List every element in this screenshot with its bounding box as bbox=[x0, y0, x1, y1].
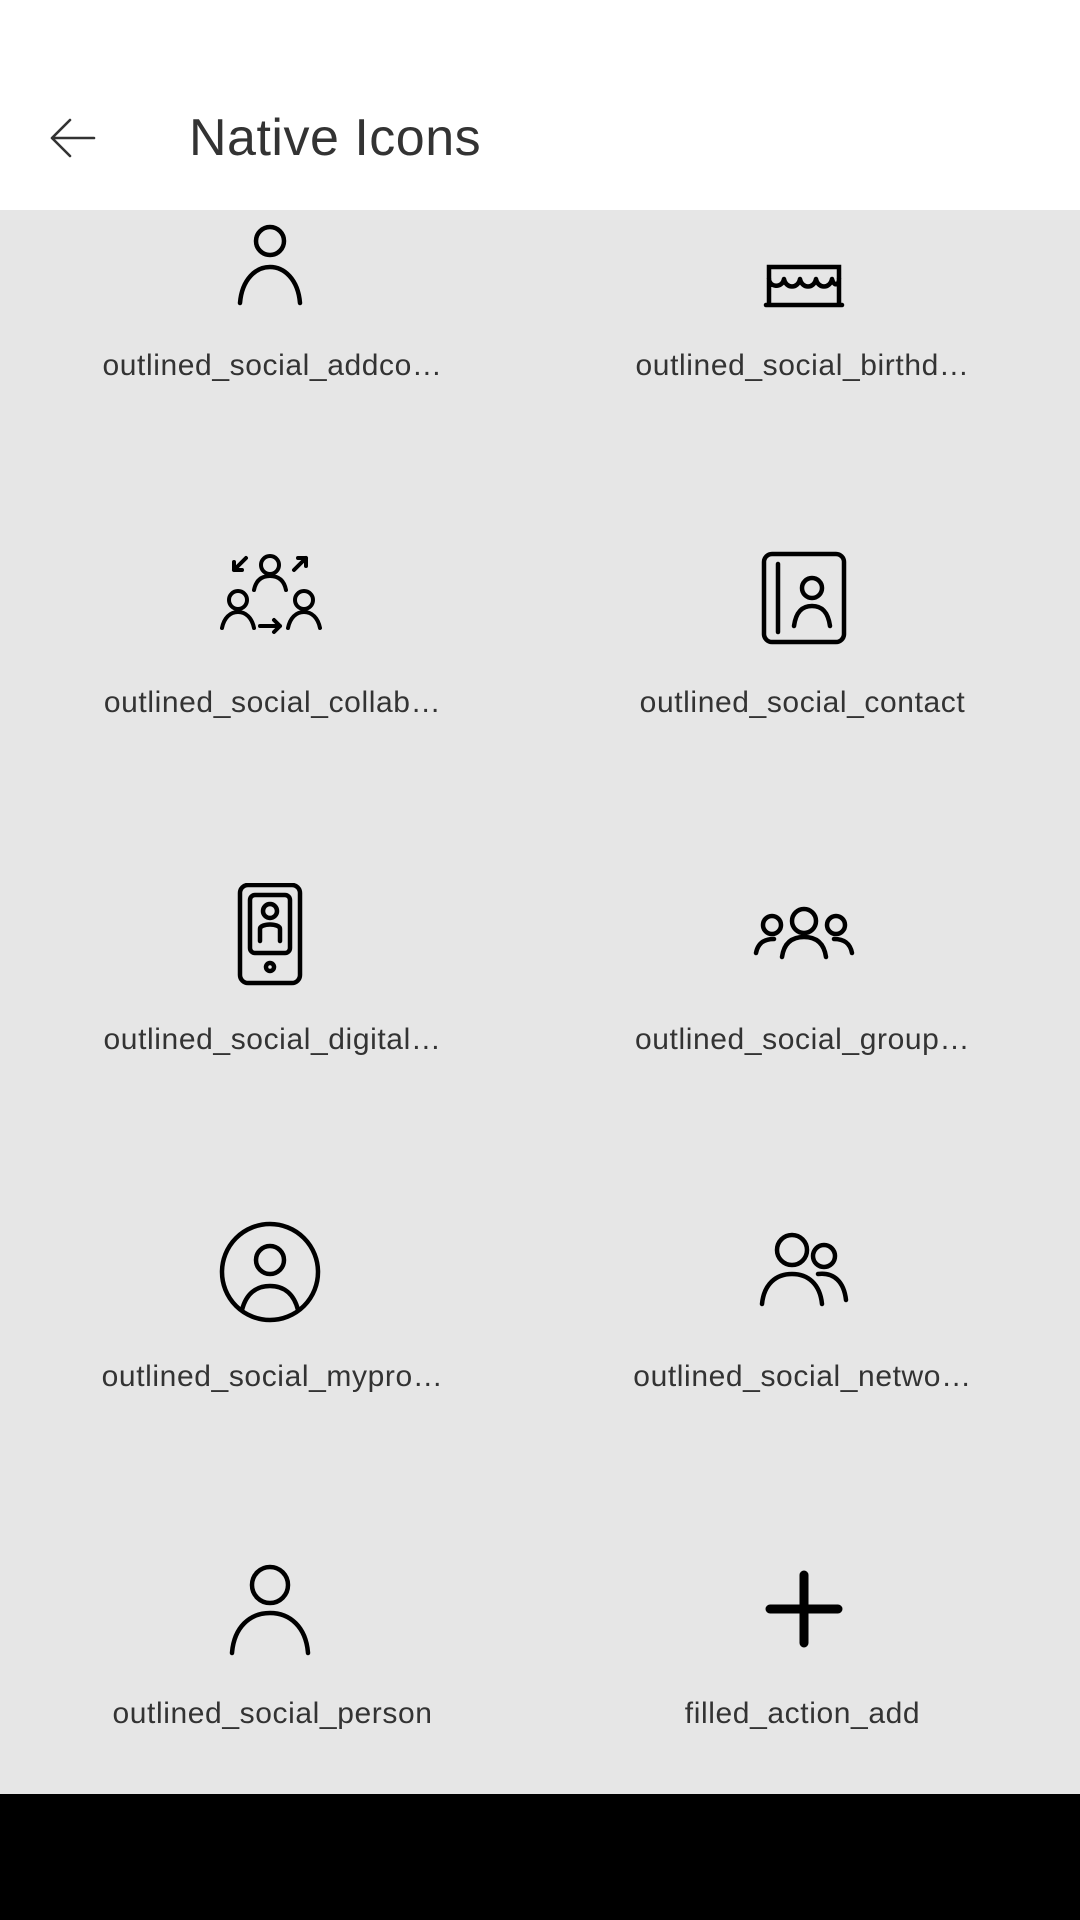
icon-tile-network[interactable]: outlined_social_netwo… bbox=[0, 1120, 1080, 1457]
app-bar: Native Icons bbox=[0, 80, 1080, 210]
back-button[interactable] bbox=[36, 102, 108, 174]
icon-tile-birthday[interactable]: outlined_social_birthd… bbox=[0, 210, 1080, 446]
contact-book-icon bbox=[752, 546, 856, 650]
icon-label: outlined_social_birthd… bbox=[635, 349, 970, 382]
plus-icon bbox=[752, 1557, 856, 1661]
icon-tile-add[interactable]: filled_action_add bbox=[0, 1457, 1080, 1794]
page-title: Native Icons bbox=[189, 109, 482, 167]
birthday-cake-icon bbox=[752, 210, 856, 313]
arrow-left-icon bbox=[50, 118, 96, 158]
icon-label: outlined_social_group… bbox=[634, 1023, 971, 1056]
status-bar bbox=[0, 0, 1080, 80]
icon-label: outlined_social_netwo… bbox=[633, 1360, 972, 1393]
icon-tile-contact[interactable]: outlined_social_contact bbox=[0, 446, 1080, 783]
icon-label: outlined_social_contact bbox=[639, 686, 966, 719]
network-icon bbox=[752, 1220, 856, 1324]
group-icon bbox=[752, 883, 856, 987]
system-navigation-bar bbox=[0, 1794, 1080, 1920]
icon-label: filled_action_add bbox=[684, 1697, 921, 1730]
icon-tile-group[interactable]: outlined_social_group… bbox=[0, 783, 1080, 1120]
icon-grid: outlined_social_addco… outlined_social_b… bbox=[0, 210, 1080, 1794]
